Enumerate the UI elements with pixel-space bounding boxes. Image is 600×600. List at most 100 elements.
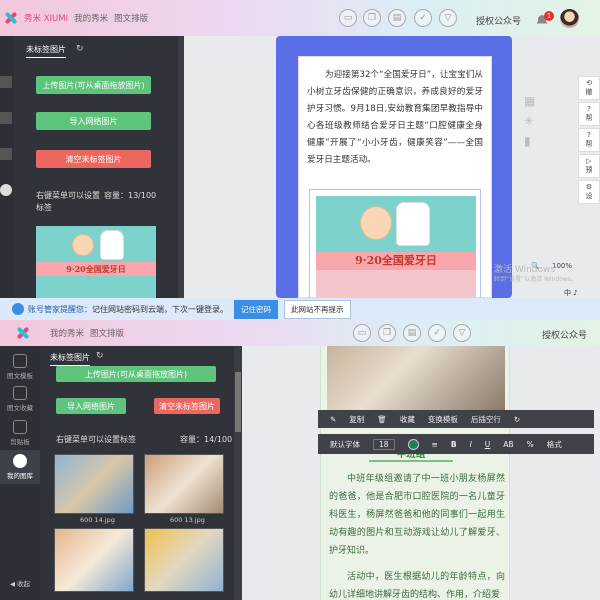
bold-button[interactable]: B — [451, 440, 457, 449]
screenshot-editor-top: 秀米 XIUMI 我的秀米 图文排版 ▭ ❐ ▤ ✓ ▽ 授权公众号 1 未标签… — [0, 0, 600, 298]
image-selection-frame[interactable]: 9·20全国爱牙日 — [309, 189, 481, 298]
save-icon[interactable]: ▤ — [403, 324, 421, 342]
password-manager-bar: 账号管家提醒您： 记住网站密码到云端，下次一键登录。 记住密码 此网站不再提示 — [0, 298, 600, 320]
nav-layout[interactable]: 图文排版 — [90, 327, 124, 339]
avatar[interactable] — [560, 9, 579, 28]
trash-icon[interactable]: 🗑 — [377, 415, 387, 424]
clear-untagged-button[interactable]: 清空未标签图片 — [36, 150, 151, 168]
xiumi-logo[interactable] — [4, 11, 18, 25]
image-thumbnail[interactable] — [144, 528, 224, 592]
copy-icon[interactable]: ❐ — [363, 9, 381, 27]
dropdown-icon[interactable]: ▽ — [439, 9, 457, 27]
article-paragraph[interactable]: 活动中，医生根据幼儿的年龄特点，向幼儿详细地讲解牙齿的结构、作用，介绍爱 — [329, 568, 505, 600]
nav-my-xiumi[interactable]: 我的秀米 — [74, 12, 108, 24]
lock-icon — [12, 303, 24, 315]
rotate-icon[interactable]: ↻ — [514, 415, 520, 424]
image-thumbnail[interactable] — [144, 454, 224, 514]
help-tool-2[interactable]: ? 帮 — [578, 128, 600, 152]
save-icon[interactable]: ▤ — [388, 9, 406, 27]
color-picker-icon[interactable] — [407, 438, 419, 450]
chart-icon[interactable]: ▮ — [524, 134, 531, 148]
import-web-image-button[interactable]: 导入网络图片 — [36, 112, 151, 130]
banner-title: 9·20全国爱牙日 — [316, 252, 476, 270]
refresh-icon[interactable]: ↻ — [76, 44, 84, 54]
remember-password-button[interactable]: 记住密码 — [234, 299, 278, 319]
never-prompt-button[interactable]: 此网站不再提示 — [284, 299, 351, 319]
nav-brand[interactable]: 秀米 XIUMI — [24, 12, 68, 24]
underline-button[interactable]: U — [485, 440, 491, 449]
align-icon[interactable]: ≡ — [432, 440, 438, 449]
sparkle-icon[interactable]: ✳ — [524, 114, 534, 128]
gallery-icon[interactable] — [0, 184, 12, 196]
windows-watermark-sub: 转到“设置”以激活 Windows。 — [494, 276, 577, 283]
insert-blank-line-button[interactable]: 后插空行 — [471, 414, 501, 425]
image-thumbnail[interactable] — [54, 528, 134, 592]
image-panel: 未标签图片 ↻ 上传图片(可从桌面拖放图片) 导入网络图片 清空未标签图片 右键… — [40, 346, 234, 600]
panel-hint: 右键菜单可以设置标签 — [36, 191, 100, 212]
thumb-caption: 600 13.jpg — [170, 516, 205, 524]
change-template-button[interactable]: 变换模板 — [428, 414, 458, 425]
sidebar-item-gallery[interactable]: 我的图库 — [0, 450, 40, 484]
image-thumbnail[interactable] — [54, 454, 134, 514]
article-paragraph[interactable]: 中班年级组邀请了中一班小朋友杨屏然的爸爸，他是合肥市口腔医院的一名儿童牙科医生，… — [329, 470, 505, 560]
notify-message: 记住网站密码到云端，下次一键登录。 — [92, 304, 228, 314]
sidebar-item-clipboard[interactable]: 剪贴板 — [0, 420, 40, 446]
pin-icon[interactable]: ✎ — [330, 415, 336, 424]
tab-untagged-images[interactable]: 未标签图片 — [26, 44, 66, 58]
nav-layout[interactable]: 图文排版 — [114, 12, 148, 24]
authorize-account-link[interactable]: 授权公众号 — [542, 328, 587, 341]
upload-image-button[interactable]: 上传图片(可从桌面拖放图片) — [36, 76, 151, 94]
gallery-icon — [13, 454, 27, 468]
tab-untagged-images[interactable]: 未标签图片 — [50, 352, 90, 366]
open-folder-icon[interactable]: ▭ — [353, 324, 371, 342]
image-thumbnail[interactable]: 9·20全国爱牙日 — [36, 226, 156, 298]
panel-scrollbar[interactable] — [234, 346, 242, 600]
strikethrough-button[interactable]: AB — [503, 440, 513, 449]
sidebar-icon[interactable] — [0, 148, 12, 160]
font-family-select[interactable]: 默认字体 — [330, 439, 360, 450]
link-button[interactable]: % — [527, 440, 534, 449]
italic-button[interactable]: I — [470, 440, 472, 449]
check-icon[interactable]: ✓ — [414, 9, 432, 27]
undo-tool[interactable]: ⟲ 撤 — [578, 76, 600, 100]
preview-tool[interactable]: ▷ 预 — [578, 154, 600, 178]
template-icon — [13, 354, 27, 368]
help-tool[interactable]: ? 帮 — [578, 102, 600, 126]
sidebar-icon[interactable] — [0, 76, 12, 88]
upload-image-button[interactable]: 上传图片(可从桌面拖放图片) — [56, 366, 216, 382]
article-photo[interactable] — [327, 346, 505, 410]
copy-button[interactable]: 复制 — [349, 414, 364, 425]
dental-day-banner[interactable]: 9·20全国爱牙日 — [316, 196, 476, 298]
text-format-toolbar: 默认字体 18 ≡ B I U AB % 格式 — [318, 434, 594, 454]
article-paragraph[interactable]: 为迎接第32个“全国爱牙日”，让宝宝们从小树立牙齿保健的正确意识，养成良好的爱牙… — [299, 57, 491, 169]
settings-tool[interactable]: ⚙ 设 — [578, 180, 600, 204]
panel-capacity: 容量：13/100 — [104, 191, 157, 200]
format-button[interactable]: 格式 — [547, 439, 562, 450]
check-icon[interactable]: ✓ — [428, 324, 446, 342]
clipboard-icon — [13, 420, 27, 434]
ime-indicator[interactable]: 中 ♪ — [564, 288, 578, 298]
nav-my-xiumi[interactable]: 我的秀米 — [50, 327, 84, 339]
article-page[interactable]: 为迎接第32个“全国爱牙日”，让宝宝们从小树立牙齿保健的正确意识，养成良好的爱牙… — [298, 56, 492, 298]
sidebar-collapsed — [0, 36, 14, 298]
layout-icon[interactable]: ▦ — [524, 94, 535, 108]
refresh-icon[interactable]: ↻ — [96, 351, 104, 361]
font-size-select[interactable]: 18 — [373, 438, 395, 450]
favorite-button[interactable]: 收藏 — [400, 414, 415, 425]
article-page[interactable]: 中班组 中班年级组邀请了中一班小朋友杨屏然的爸爸，他是合肥市口腔医院的一名儿童牙… — [320, 346, 510, 600]
top-bar-2: 我的秀米 图文排版 — [0, 320, 600, 346]
sidebar-icon[interactable] — [0, 112, 12, 124]
xiumi-logo[interactable] — [16, 326, 30, 340]
clear-untagged-button[interactable]: 清空未标签图片 — [154, 398, 220, 414]
dropdown-icon[interactable]: ▽ — [453, 324, 471, 342]
authorize-account-link[interactable]: 授权公众号 — [476, 14, 521, 27]
import-web-image-button[interactable]: 导入网络图片 — [56, 398, 126, 414]
open-folder-icon[interactable]: ▭ — [339, 9, 357, 27]
screenshot-editor-bottom: 账号管家提醒您： 记住网站密码到云端，下次一键登录。 记住密码 此网站不再提示 … — [0, 298, 600, 600]
image-panel: 未标签图片 ↻ 上传图片(可从桌面拖放图片) 导入网络图片 清空未标签图片 右键… — [14, 36, 178, 298]
sidebar: 图文模板 图文收藏 剪贴板 我的图库 ◀ 收起 — [0, 346, 40, 600]
copy-icon[interactable]: ❐ — [378, 324, 396, 342]
sidebar-item-templates[interactable]: 图文模板 — [0, 354, 40, 380]
sidebar-item-favorites[interactable]: 图文收藏 — [0, 386, 40, 412]
collapse-sidebar-button[interactable]: ◀ 收起 — [0, 578, 40, 588]
